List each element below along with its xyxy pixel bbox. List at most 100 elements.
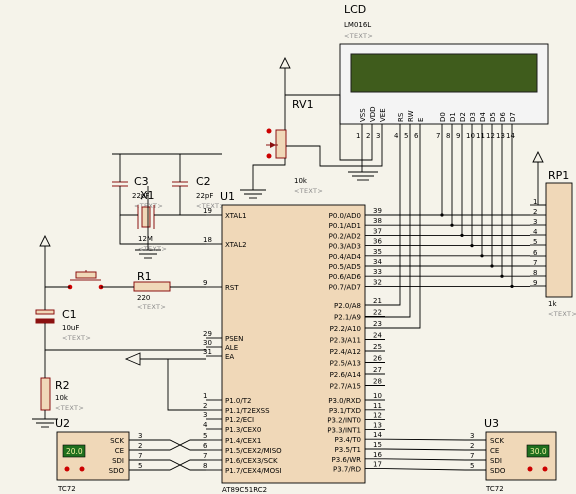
u1-pin-number: 19 [203, 207, 212, 215]
lcd-pin-label: E [417, 118, 425, 122]
lcd-ref: LCD [344, 3, 366, 16]
u1-pin-number: 29 [203, 330, 212, 338]
u1-pin-number: 30 [203, 339, 212, 347]
u2-pin-label: SDO [109, 467, 125, 475]
u1-pin-number: 21 [373, 297, 382, 305]
u2-pin-number: 7 [138, 452, 142, 460]
lcd-pin-label: D4 [479, 112, 487, 122]
junction-dot [480, 254, 484, 258]
c1-plate [35, 309, 55, 315]
rv1-potentiometer[interactable]: RV1 10k <TEXT> [266, 98, 323, 195]
lcd-pin-number: 6 [414, 132, 419, 140]
u1-pin-number: 34 [373, 258, 382, 266]
u1-pin-number: 38 [373, 217, 382, 225]
u1-pin-label: P2.3/A11 [330, 337, 361, 345]
u1-pin-label: P0.7/AD7 [329, 283, 361, 291]
u2-button[interactable] [79, 466, 85, 472]
lcd-pin-label: D0 [439, 112, 447, 122]
r1-placeholder: <TEXT> [137, 303, 166, 311]
u2-sensor[interactable]: U2 20.0 TC72 SCK 3 CE 2 SDI 7 SDO 5 [55, 417, 150, 493]
u1-pin-number: 14 [373, 431, 382, 439]
junction-dot [500, 274, 504, 278]
junction-dot [460, 233, 464, 237]
rp1-pin-number: 9 [533, 279, 537, 287]
u1-pin-number: 4 [203, 421, 208, 429]
lcd-pin-number: 12 [486, 132, 495, 140]
c1-placeholder: <TEXT> [62, 334, 91, 342]
junction-dot [440, 213, 444, 217]
rp1-ref: RP1 [548, 169, 569, 182]
power-arrow-icon [124, 352, 141, 366]
rp1-pin-group: 1 2 3 4 5 6 7 8 9 [530, 198, 546, 287]
u1-pin-label: P1.2/ECI [225, 416, 254, 424]
rp1-resistor-pack[interactable]: RP1 1k <TEXT> 1 2 3 4 5 6 7 8 9 [530, 169, 576, 318]
u1-pin-label: P1.0/T2 [225, 397, 251, 405]
u1-pin-label: P2.5/A13 [330, 360, 361, 368]
rv1-value: 10k [294, 177, 308, 185]
lcd-pin-number: 13 [496, 132, 505, 140]
r2-value: 10k [55, 394, 69, 402]
u1-pin-number: 3 [203, 411, 207, 419]
u1-pin-label: P0.3/AD3 [329, 243, 361, 251]
u1-pin-label: P1.6/CEX3/SCK [225, 457, 278, 465]
u2-pin-label: CE [115, 447, 124, 455]
c1-r2-circuit[interactable]: C1 10uF <TEXT> R2 10k <TEXT> [35, 308, 91, 412]
r1-body [133, 281, 171, 292]
rv1-terminal-top [266, 128, 272, 134]
u2-button[interactable] [64, 466, 70, 472]
u1-pin-label: PSEN [225, 335, 243, 343]
lcd-pin-label: VDD [369, 106, 377, 122]
u3-button[interactable] [527, 466, 533, 472]
rp1-placeholder: <TEXT> [548, 310, 576, 318]
lcd-pin-number: 2 [366, 132, 370, 140]
u1-pin-number: 9 [203, 279, 207, 287]
rp1-pin-number: 6 [533, 249, 538, 257]
lcd-pin-label: D2 [459, 112, 467, 122]
u1-pin-label: XTAL2 [225, 241, 247, 249]
u1-pin-label: EA [225, 353, 234, 361]
lcd-pin-label: D3 [469, 112, 477, 122]
u1-pin-number: 22 [373, 309, 382, 317]
u2-display-value: 20.0 [66, 447, 83, 456]
rp1-body [545, 182, 573, 298]
r1-value: 220 [137, 294, 150, 302]
junction-dot [450, 223, 454, 227]
u3-ref: U3 [484, 417, 499, 430]
rp1-pin-number: 1 [533, 198, 537, 206]
rv1-wiper-arrow-icon [270, 142, 276, 148]
reset-circuit[interactable]: R1 220 <TEXT> [67, 270, 171, 311]
u1-pin-number: 37 [373, 227, 382, 235]
u1-pin-label: P2.6/A14 [330, 371, 362, 379]
u1-pin-number: 13 [373, 421, 382, 429]
rp1-pin-number: 8 [533, 269, 537, 277]
u3-pin-number: 7 [470, 452, 474, 460]
u1-pin-label: P1.5/CEX2/MISO [225, 447, 282, 455]
u3-sensor[interactable]: U3 30.0 TC72 SCK 3 CE 2 SDI 7 SDO 5 [465, 417, 557, 493]
u1-pin-number: 5 [203, 432, 207, 440]
u1-microcontroller[interactable]: U1 AT89C51RC2 XTAL119XTAL218RST9PSEN29AL… [203, 190, 385, 494]
u1-pin-label: P3.2/INT0 [327, 417, 361, 425]
u1-pin-label: P2.2/A10 [330, 325, 361, 333]
u2-pin-label: SCK [110, 437, 124, 445]
u3-button[interactable] [542, 466, 548, 472]
power-arrow-icon [532, 150, 544, 163]
u3-pin-label: SDI [490, 457, 502, 465]
u1-pin-number: 10 [373, 392, 382, 400]
u1-pin-number: 35 [373, 248, 382, 256]
lcd-pin-number: 10 [466, 132, 475, 140]
reset-button[interactable] [75, 271, 97, 279]
c2-value: 22pF [196, 192, 213, 200]
u1-right-pin-group: P0.0/AD0 39 P0.1/AD1 38 P0.2/AD2 37 P0.3/AD3 36… [327, 207, 385, 474]
u1-pin-label: P0.4/AD4 [329, 253, 362, 261]
u1-pin-number: 25 [373, 343, 382, 351]
c1-value: 10uF [62, 324, 79, 332]
lcd-pin-number: 3 [376, 132, 380, 140]
u3-pin-label: SCK [490, 437, 504, 445]
u1-pin-label: P3.5/T1 [335, 446, 361, 454]
lcd-module[interactable]: LCD LM016L <TEXT> VSS 1 VDD 2 VEE 3 RS 4 RW 5 E 6 D0… [339, 3, 549, 140]
rp1-pin-number: 3 [533, 218, 537, 226]
lcd-pin-label: D6 [499, 112, 507, 122]
c1-ref: C1 [62, 308, 77, 321]
lcd-model: LM016L [344, 21, 371, 29]
lcd-pin-number: 1 [356, 132, 360, 140]
